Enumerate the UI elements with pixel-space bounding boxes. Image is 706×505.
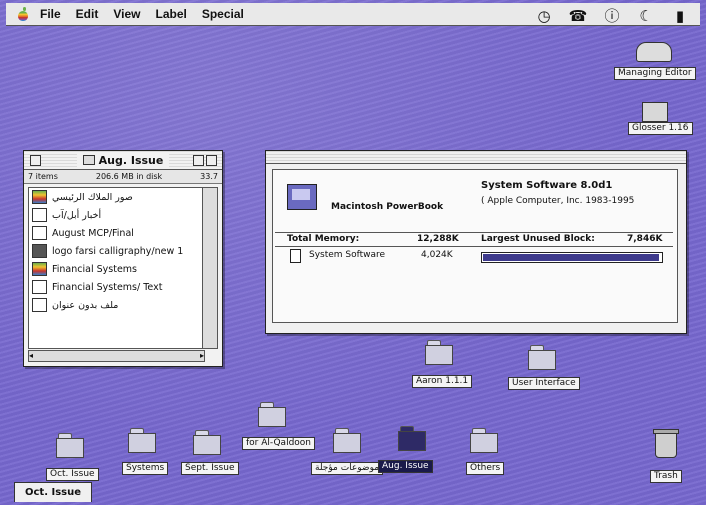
disk-usage: 206.6 MB in disk [95,172,163,181]
user-interface-label[interactable]: User Interface [508,377,580,390]
window-info-bar: 7 items 206.6 MB in disk 33.7 [24,170,222,184]
folder-icon[interactable] [56,433,84,458]
divider [275,246,673,247]
hard-disk-icon[interactable] [636,42,672,62]
menu-file[interactable]: File [40,7,61,21]
managing-editor-label[interactable]: Managing Editor [614,67,696,80]
clock-icon[interactable]: ◷ [534,7,554,25]
file-list: صور الملاك الرئيسي أخبار أبل/آب August M… [28,187,205,349]
list-item[interactable]: August MCP/Final [29,224,204,242]
computer-name: Macintosh PowerBook [331,202,444,212]
zoom-box[interactable] [193,155,204,166]
list-item[interactable]: صور الملاك الرئيسي [29,188,204,206]
divider [275,232,673,233]
menu-label[interactable]: Label [155,7,186,21]
for-aldon-label[interactable]: for Al-Qaldoon [242,437,315,450]
scroll-left-arrow-icon[interactable]: ◂ [29,351,33,360]
folder-icon[interactable] [333,428,361,453]
list-item-label: صور الملاك الرئيسي [52,191,133,203]
document-icon [32,262,47,276]
arabic-folder-label[interactable]: موضوعات مؤجلة [311,462,384,475]
glosser-label[interactable]: Glosser 1.16 [628,122,693,135]
list-item[interactable]: Financial Systems [29,260,204,278]
vertical-scrollbar[interactable] [202,187,218,349]
total-memory-value: 12,288K [417,234,459,244]
sept-issue-label[interactable]: Sept. Issue [181,462,239,475]
folder-icon[interactable] [528,345,556,370]
list-item[interactable]: ملف بدون عنوان [29,296,204,314]
folder-icon[interactable] [398,426,426,451]
close-box[interactable] [30,155,41,166]
list-item-label: أخبار أبل/آب [52,209,102,221]
document-icon [32,226,47,240]
window-title-text: Aug. Issue [98,153,164,167]
menu-special[interactable]: Special [202,7,244,21]
window-title-bar[interactable]: Aug. Issue [24,151,222,170]
menu-bar-extras: ◷ ☎ ⓘ ☾ ▮ [534,5,690,26]
list-item-label: ملف بدون عنوان [52,299,119,311]
list-item[interactable]: logo farsi calligraphy/new 1 [29,242,204,260]
oct-issue-label[interactable]: Oct. Issue [46,468,99,481]
finder-app-icon[interactable]: ▮ [670,7,690,25]
collapse-box[interactable] [206,155,217,166]
systems-label[interactable]: Systems [122,462,169,475]
window-title-bar[interactable] [266,151,686,164]
list-item-label: August MCP/Final [52,227,134,239]
memory-usage-fill [483,254,660,261]
balloon-help-icon[interactable]: ⓘ [602,5,622,26]
horizontal-scrollbar[interactable]: ◂ ▸ [28,350,205,362]
largest-block-label: Largest Unused Block: [481,234,595,244]
desktop[interactable]: File Edit View Label Special ◷ ☎ ⓘ ☾ ▮ M… [0,0,706,505]
item-count: 7 items [28,172,58,181]
folder-icon[interactable] [258,402,286,427]
largest-block-value: 7,846K [627,234,663,244]
folder-icon[interactable] [425,340,453,365]
apple-menu-icon[interactable] [16,7,30,21]
folder-icon[interactable] [470,428,498,453]
process-name: System Software [309,250,386,260]
application-menu-icon[interactable]: ☾ [636,7,656,25]
copyright: ( Apple Computer, Inc. 1983-1995 [481,196,635,206]
available-space: 33.7 [200,172,218,181]
list-item[interactable]: Financial Systems/ Text [29,278,204,296]
trash-icon[interactable] [653,429,679,458]
window-title: Aug. Issue [76,153,170,167]
powerbook-icon [287,184,317,210]
list-item-label: Financial Systems [52,263,137,275]
menu-view[interactable]: View [113,7,140,21]
aaron-label[interactable]: Aaron 1.1.1 [412,375,473,388]
application-icon [32,244,47,258]
system-file-icon [290,249,301,263]
aug-issue-label[interactable]: Aug. Issue [378,460,433,473]
menu-edit[interactable]: Edit [76,7,99,21]
menu-bar: File Edit View Label Special ◷ ☎ ⓘ ☾ ▮ [6,3,700,26]
list-item-label: logo farsi calligraphy/new 1 [52,245,184,257]
scroll-right-arrow-icon[interactable]: ▸ [200,351,204,361]
about-panel: Macintosh PowerBook System Software 8.0d… [272,169,678,323]
document-icon [32,298,47,312]
about-this-mac-window[interactable]: Macintosh PowerBook System Software 8.0d… [265,150,687,334]
system-version: System Software 8.0d1 [481,180,613,191]
document-icon [32,280,47,294]
memory-usage-bar [481,252,663,263]
list-item[interactable]: أخبار أبل/آب [29,206,204,224]
glosser-app-icon[interactable] [642,102,668,122]
finder-window-aug-issue[interactable]: Aug. Issue 7 items 206.6 MB in disk 33.7… [23,150,223,367]
folder-icon[interactable] [128,428,156,453]
trash-label[interactable]: Trash [650,470,682,483]
folder-icon[interactable] [193,430,221,455]
list-item-label: Financial Systems/ Text [52,281,163,293]
total-memory-label: Total Memory: [287,234,360,244]
document-icon [32,190,47,204]
document-icon [32,208,47,222]
control-strip-icon[interactable]: ☎ [568,7,588,25]
pop-up-window-tab[interactable]: Oct. Issue [14,482,92,502]
process-memory: 4,024K [421,250,453,260]
folder-icon [82,155,95,165]
others-label[interactable]: Others [466,462,505,475]
